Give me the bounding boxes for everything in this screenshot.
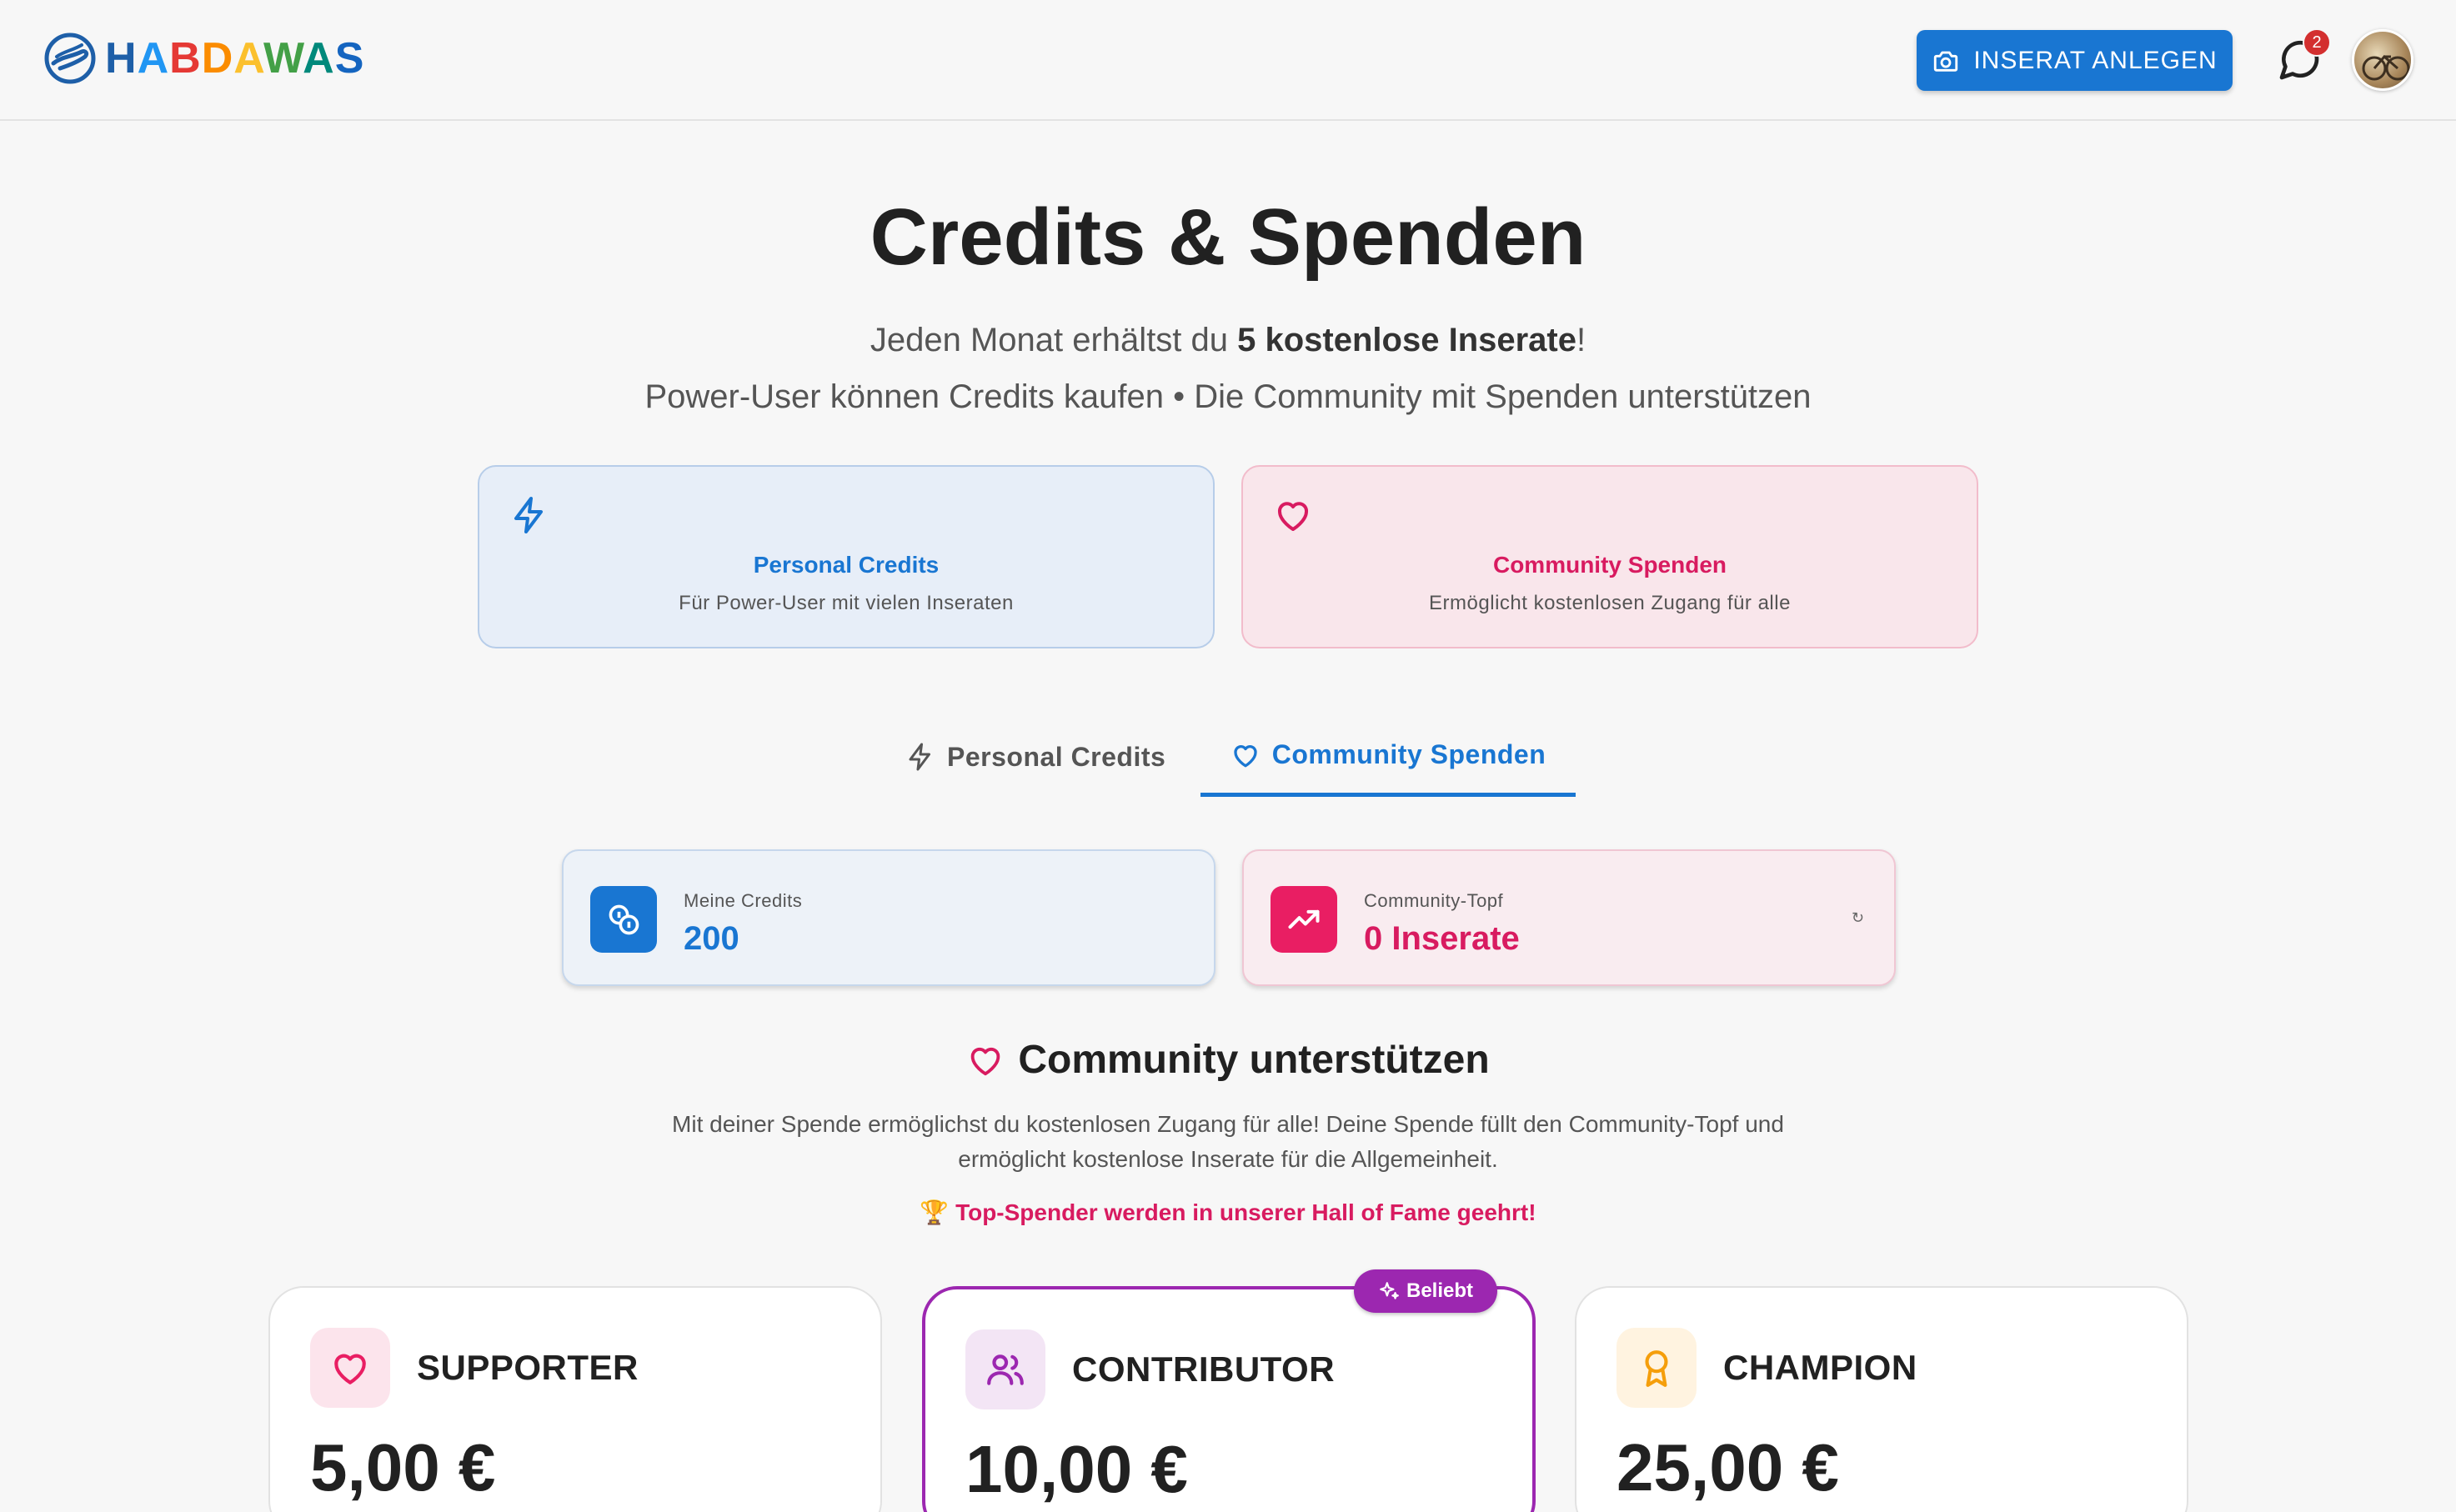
logo-text: HABDAWAS [105, 33, 364, 83]
heart-icon [1234, 744, 1257, 767]
personal-credits-card[interactable]: Personal Credits Für Power-User mit viel… [478, 465, 1215, 648]
logo-letter: A [303, 34, 335, 83]
tab-community-donations[interactable]: Community Spenden [1200, 717, 1576, 797]
hero-sub1-bold: 5 kostenlose Inserate [1237, 322, 1576, 358]
personal-credits-title: Personal Credits [753, 552, 940, 578]
community-donations-card[interactable]: Community Spenden Ermöglicht kostenlosen… [1241, 465, 1978, 648]
heart-icon [310, 1328, 390, 1408]
community-donations-desc: Ermöglicht kostenlosen Zugang für alle [1429, 592, 1791, 614]
page-title: Credits & Spenden [870, 193, 1586, 282]
refresh-icon[interactable]: ↻ [1852, 909, 1864, 927]
avatar[interactable] [2352, 29, 2413, 91]
users-icon [965, 1329, 1045, 1409]
section-desc-line-1: Mit deiner Spende ermöglichst du kostenl… [672, 1111, 1784, 1137]
hero-sub1-prefix: Jeden Monat erhältst du [870, 322, 1238, 358]
section-desc-line-2: ermöglicht kostenlose Inserate für die A… [958, 1146, 1498, 1172]
my-credits-value: 200 [684, 920, 739, 957]
lightning-icon [909, 743, 930, 771]
popular-badge: Beliebt [1354, 1269, 1497, 1313]
tier-card-contributor[interactable]: CONTRIBUTOR 10,00 € [922, 1286, 1536, 1512]
tier-name: CHAMPION [1723, 1348, 1917, 1387]
camera-icon [1934, 51, 1958, 72]
logo-letter: D [201, 34, 234, 83]
section-title-text: Community unterstützen [1018, 1038, 1490, 1082]
hero-sub1-suffix: ! [1576, 322, 1586, 358]
notification-badge: 2 [2303, 28, 2331, 57]
tier-name: SUPPORTER [417, 1348, 639, 1387]
create-listing-label: INSERAT ANLEGEN [1973, 46, 2218, 74]
hall-of-fame-note: 🏆 Top-Spender werden in unserer Hall of … [920, 1199, 1536, 1225]
logo[interactable]: HABDAWAS [43, 32, 364, 85]
logo-letter: A [233, 34, 263, 83]
lightning-icon [514, 497, 543, 533]
tier-price: 25,00 € [1616, 1430, 1839, 1504]
tab-personal-label: Personal Credits [947, 741, 1166, 772]
my-credits-label: Meine Credits [684, 890, 803, 911]
logo-letter: A [137, 34, 170, 83]
tier-name: CONTRIBUTOR [1072, 1349, 1336, 1389]
avatar-image [2362, 54, 2410, 81]
logo-letter: H [105, 34, 138, 83]
my-credits-card: Meine Credits 200 [562, 849, 1215, 986]
community-pot-card: Community-Topf 0 Inserate ↻ [1242, 849, 1896, 986]
logo-letter: W [263, 34, 303, 83]
section-description: Mit deiner Spende ermöglichst du kostenl… [644, 1107, 1812, 1177]
tier-card-supporter[interactable]: SUPPORTER 5,00 € [268, 1286, 882, 1512]
trending-up-icon [1271, 886, 1337, 953]
top-bar: HABDAWAS INSERAT ANLEGEN 2 [0, 0, 2456, 121]
sparkles-icon [1380, 1282, 1399, 1299]
hero-subtitle-1: Jeden Monat erhältst du 5 kostenlose Ins… [0, 322, 2456, 359]
logo-letter: B [169, 34, 202, 83]
tab-community-label: Community Spenden [1271, 739, 1546, 769]
tab-bar: Personal Credits Community Spenden [0, 717, 2456, 797]
community-pot-value: 0 Inserate [1364, 920, 1520, 957]
popular-badge-label: Beliebt [1406, 1279, 1473, 1302]
logo-letter: S [334, 34, 365, 83]
tier-card-champion[interactable]: CHAMPION 25,00 € [1575, 1286, 2188, 1512]
create-listing-button[interactable]: INSERAT ANLEGEN [1917, 30, 2233, 91]
logo-hand-icon [44, 33, 96, 84]
personal-credits-desc: Für Power-User mit vielen Inseraten [679, 592, 1014, 614]
community-donations-title: Community Spenden [1492, 552, 1727, 578]
tier-price: 10,00 € [965, 1432, 1188, 1506]
heart-icon [971, 1047, 1000, 1075]
heart-icon [1277, 502, 1309, 531]
hero-subtitle-2: Power-User können Credits kaufen • Die C… [644, 378, 1812, 415]
community-pot-label: Community-Topf [1364, 890, 1504, 911]
section-title: Community unterstützen [0, 1037, 2456, 1083]
tier-price: 5,00 € [310, 1430, 496, 1504]
coins-icon [590, 886, 657, 953]
tab-personal-credits[interactable]: Personal Credits [905, 717, 1165, 797]
award-icon [1616, 1328, 1697, 1408]
